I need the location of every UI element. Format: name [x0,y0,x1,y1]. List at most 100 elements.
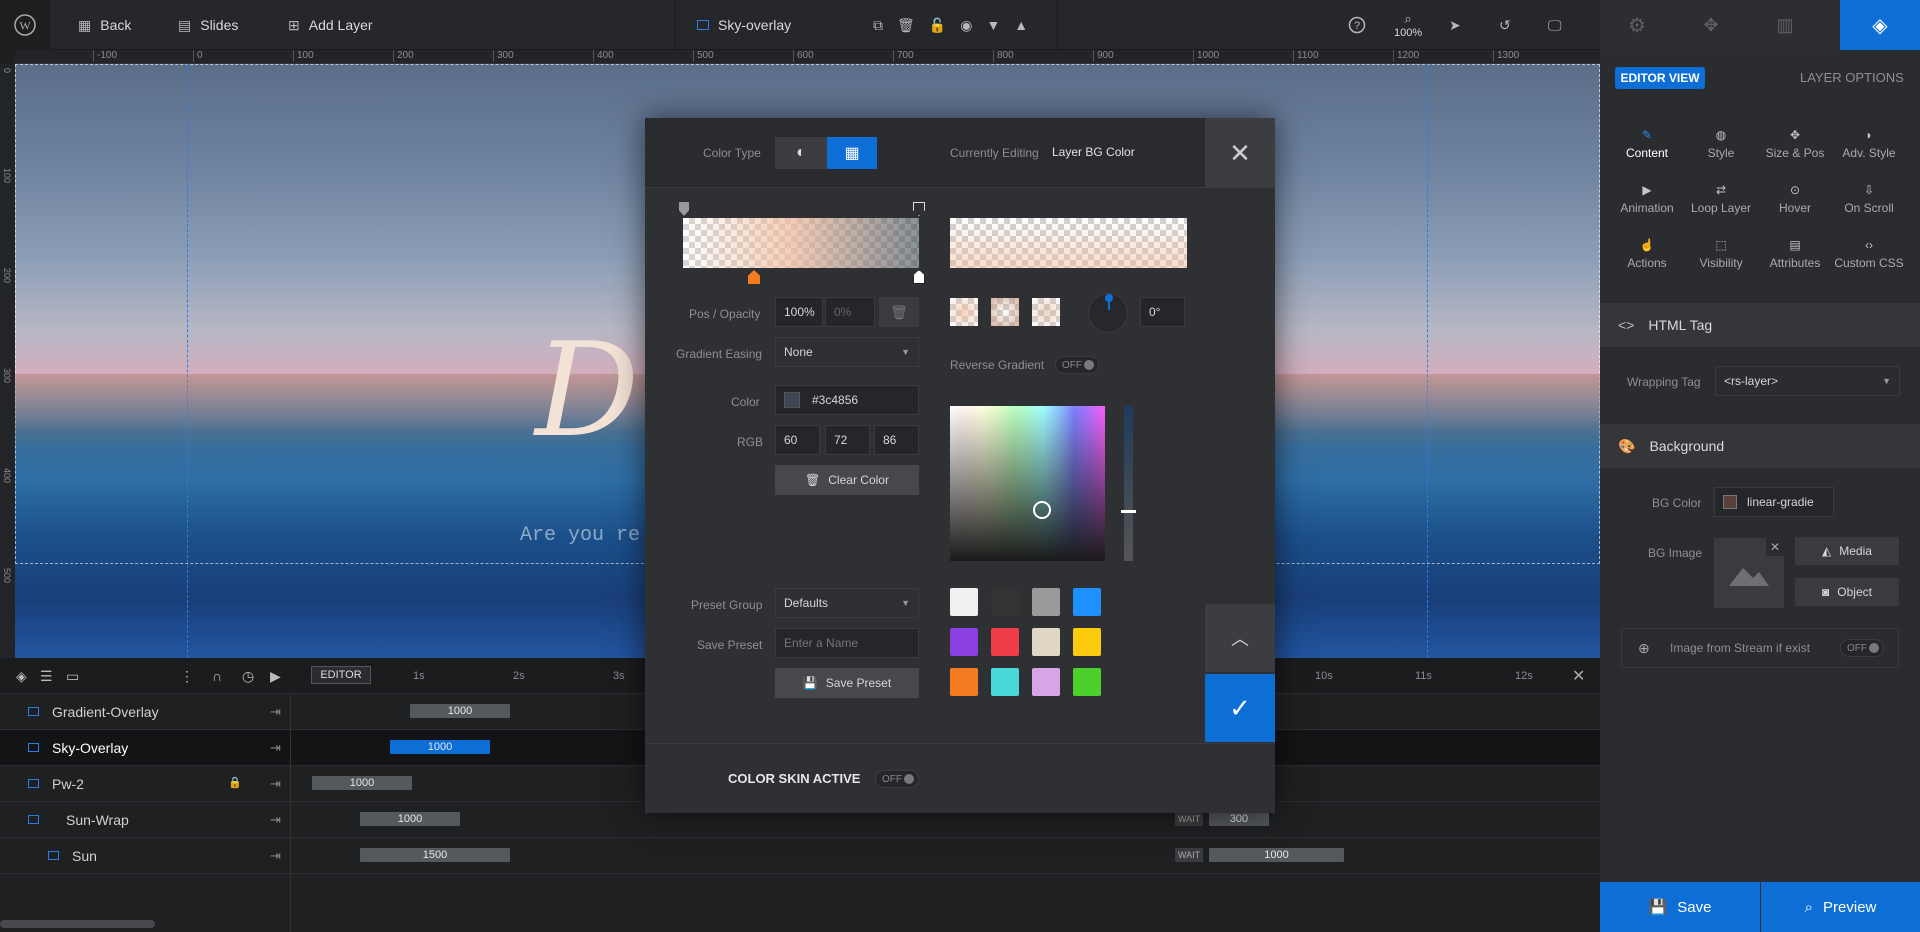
timer-icon[interactable]: ◷ [242,668,254,685]
expand-icon[interactable]: ⇥ [270,740,281,756]
preset-swatch[interactable] [991,588,1019,616]
close-timeline-icon[interactable]: ✕ [1572,666,1585,686]
layer-options-label[interactable]: LAYER OPTIONS [1800,70,1904,85]
preset-swatch[interactable] [1032,628,1060,656]
stream-toggle[interactable]: OFF [1840,639,1884,657]
blue-input[interactable]: 86 [874,425,919,455]
expand-icon[interactable]: ⇥ [270,812,281,828]
expand-icon[interactable]: ⇥ [270,704,281,720]
back-button[interactable]: ▦ Back [78,0,131,50]
option-visibility[interactable]: ⬚ Visibility [1684,234,1758,270]
preset-swatch[interactable] [950,668,978,696]
option-custom-css[interactable]: ‹› Custom CSS [1832,234,1906,270]
save-preset-button[interactable]: 💾 Save Preset [775,668,919,698]
remove-image-icon[interactable]: ✕ [1766,538,1784,556]
option-content[interactable]: ✎ Content [1610,124,1684,160]
timeline-bar[interactable]: 1500 [360,848,510,862]
color-stop-right[interactable] [913,270,925,284]
play-icon[interactable]: ▶ [270,668,281,685]
confirm-button[interactable]: ✓ [1205,674,1275,742]
preset-swatch[interactable] [991,668,1019,696]
red-input[interactable]: 60 [775,425,820,455]
save-button[interactable]: 💾 Save [1600,882,1760,932]
radial-preset-2[interactable] [991,298,1019,326]
tab-settings[interactable]: ⚙ [1600,0,1674,50]
bg-image-placeholder[interactable]: ✕ [1714,538,1784,608]
timeline-bar[interactable]: 1000 [390,740,490,754]
timeline-bar[interactable]: 1000 [312,776,412,790]
option-actions[interactable]: ☝ Actions [1610,234,1684,270]
option-size-pos[interactable]: ✥ Size & Pos [1758,124,1832,160]
undo-button[interactable]: ↺ [1499,0,1511,50]
gradient-color-button[interactable]: ▦ [827,137,877,169]
magnet-icon[interactable]: ∩ [212,668,222,684]
list-icon[interactable]: ☰ [40,668,53,685]
opacity-input[interactable]: 0% [825,297,875,327]
option-animation[interactable]: ▶ Animation [1610,179,1684,215]
option-adv-style[interactable]: ◗ Adv. Style [1832,124,1906,160]
timeline-bar[interactable]: 1000 [410,704,510,718]
pointer-button[interactable]: ➤ [1449,0,1461,50]
snap-icon[interactable]: ⋮ [180,668,194,685]
tab-layers[interactable]: ◈ [1840,0,1920,50]
wait-bar[interactable]: 300 [1209,812,1269,826]
clear-color-button[interactable]: 🗑 Clear Color [775,465,919,495]
wait-bar[interactable]: 1000 [1209,848,1344,862]
delete-stop-button[interactable]: 🗑 [879,297,919,327]
preset-swatch[interactable] [950,628,978,656]
radial-preset-1[interactable] [950,298,978,326]
green-input[interactable]: 72 [825,425,870,455]
option-style[interactable]: ◍ Style [1684,124,1758,160]
media-button[interactable]: ◭ Media [1795,537,1899,565]
slides-button[interactable]: ▤ Slides [178,0,238,50]
gradient-easing-select[interactable]: None ▼ [775,337,919,367]
editor-marker[interactable]: EDITOR [311,666,371,684]
preset-swatch[interactable] [991,628,1019,656]
solid-color-button[interactable]: ◐ [775,137,827,169]
tab-navigation[interactable]: ✥ [1674,0,1748,50]
html-tag-section[interactable]: <> HTML Tag [1600,303,1920,347]
lock-icon[interactable]: 🔒 [228,776,242,789]
wordpress-logo[interactable]: W [0,0,50,50]
preset-group-select[interactable]: Defaults ▼ [775,588,919,618]
timeline-bar[interactable]: 1000 [360,812,460,826]
color-hex-input[interactable]: #3c4856 [775,385,919,415]
preset-swatch[interactable] [1032,668,1060,696]
background-section[interactable]: 🎨 Background [1600,424,1920,468]
option-attributes[interactable]: ▤ Attributes [1758,234,1832,270]
radial-preset-3[interactable] [1032,298,1060,326]
angle-input[interactable]: 0° [1140,297,1185,327]
lock-icon[interactable]: 🔓 [929,17,946,34]
scroll-up-button[interactable]: ︿ [1205,604,1275,672]
expand-icon[interactable]: ⇥ [270,776,281,792]
move-down-icon[interactable]: ▼ [986,17,1000,33]
object-button[interactable]: ◙ Object [1795,578,1899,606]
gradient-editor-bar[interactable] [683,218,919,268]
folder-icon[interactable]: ▭ [66,668,79,685]
help-button[interactable]: ? [1348,0,1366,50]
device-button[interactable]: 🖵 [1548,0,1562,50]
add-layer-button[interactable]: ⊞ Add Layer [288,0,373,50]
color-skin-toggle[interactable]: OFF [875,770,919,788]
duplicate-icon[interactable]: ⧉ [873,17,883,34]
opacity-stop-left[interactable] [679,202,689,216]
position-input[interactable]: 100% [775,297,823,327]
wrapping-tag-select[interactable]: <rs-layer> ▼ [1715,366,1900,396]
preset-swatch[interactable] [1073,668,1101,696]
option-loop-layer[interactable]: ⇄ Loop Layer [1684,179,1758,215]
lightness-slider[interactable] [1121,406,1136,561]
opacity-stop-right[interactable] [913,202,925,216]
move-up-icon[interactable]: ▲ [1014,17,1028,33]
preset-name-input[interactable]: Enter a Name [775,628,919,658]
current-layer-name[interactable]: Sky-overlay [697,0,791,50]
layers-icon[interactable]: ◈ [16,668,27,685]
preset-swatch[interactable] [1073,588,1101,616]
delete-icon[interactable]: 🗑 [897,17,915,34]
editor-view-button[interactable]: EDITOR VIEW [1615,67,1705,89]
zoom-button[interactable]: ⌕ 100% [1394,0,1422,50]
close-dialog-button[interactable]: ✕ [1205,118,1275,188]
timeline-scrollbar[interactable] [0,920,155,928]
preset-swatch[interactable] [1073,628,1101,656]
reverse-gradient-toggle[interactable]: OFF [1055,356,1099,374]
preset-swatch[interactable] [950,588,978,616]
